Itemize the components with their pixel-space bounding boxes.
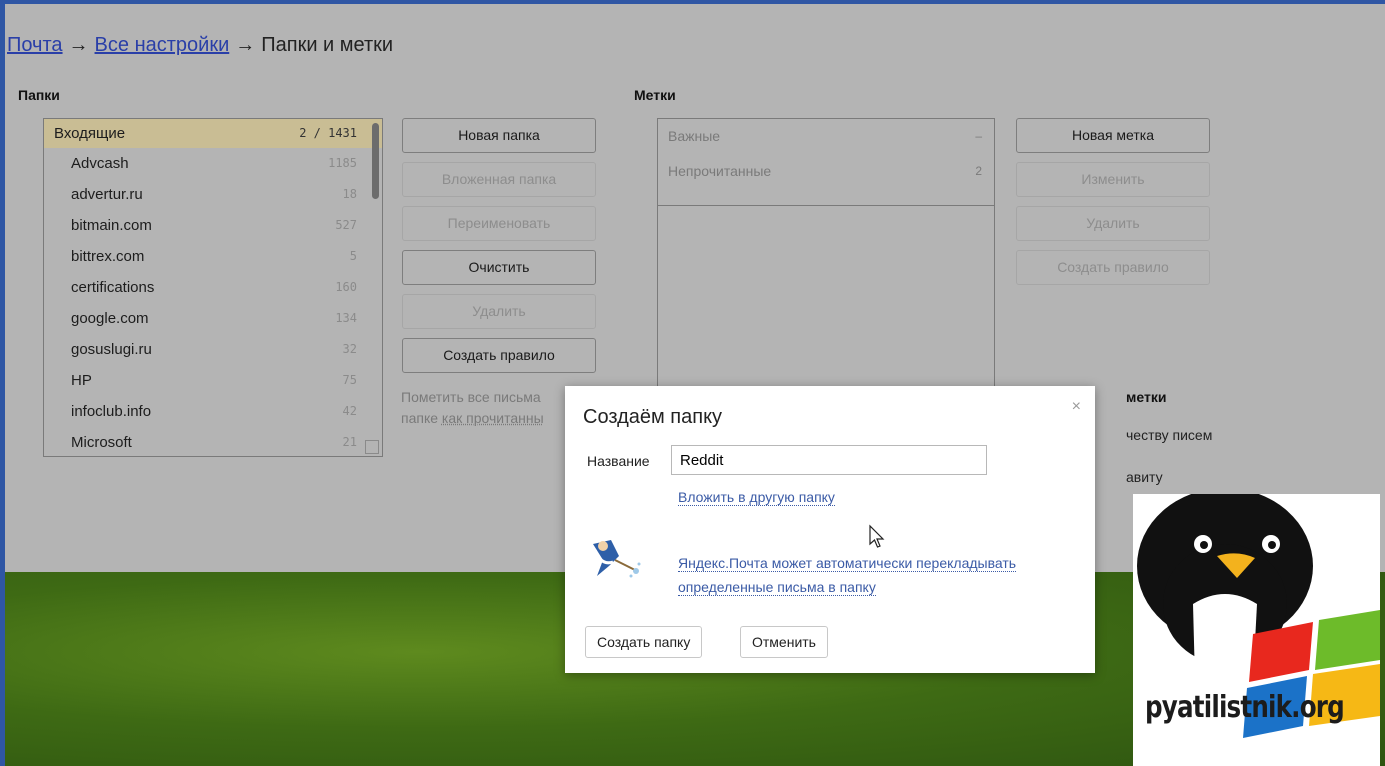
folder-list[interactable]: Входящие 2 / 1431 Advcash 1185 advertur.ru… xyxy=(43,118,383,457)
rename-folder-button[interactable]: Переименовать xyxy=(402,206,596,241)
mark-read-link[interactable]: как прочитанны xyxy=(442,410,544,426)
label-item[interactable]: Важные – xyxy=(658,119,994,154)
folder-name-input[interactable] xyxy=(671,445,987,475)
system-labels: Важные – Непрочитанные 2 xyxy=(658,119,994,206)
breadcrumb-settings-link[interactable]: Все настройки xyxy=(95,34,230,56)
subfolder-button[interactable]: Вложенная папка xyxy=(402,162,596,197)
resize-grip-icon[interactable] xyxy=(365,440,379,454)
folder-name: bitmain.com xyxy=(71,217,152,234)
folder-name: certifications xyxy=(71,279,155,296)
folder-name: google.com xyxy=(71,310,149,327)
label-count: – xyxy=(975,129,982,143)
sort-alphabetical-option[interactable]: авиту xyxy=(1126,469,1163,485)
folder-count: 32 xyxy=(342,342,357,356)
breadcrumb-mail-link[interactable]: Почта xyxy=(7,34,63,56)
folder-item[interactable]: advertur.ru 18 xyxy=(44,179,382,210)
wizard-icon xyxy=(593,540,641,578)
folder-name: advertur.ru xyxy=(71,186,143,203)
folder-item[interactable]: gosuslugi.ru 32 xyxy=(44,334,382,365)
breadcrumb: Почта → Все настройки → Папки и метки xyxy=(7,34,393,57)
folder-item[interactable]: certifications 160 xyxy=(44,272,382,303)
penguin-windows-icon xyxy=(1137,494,1380,738)
dialog-title: Создаём папку xyxy=(583,406,723,428)
cancel-button[interactable]: Отменить xyxy=(740,626,828,658)
mark-all-read-note: Пометить все письма папке как прочитанны xyxy=(401,387,571,429)
mark-read-prefix: папке xyxy=(401,410,442,426)
folder-item[interactable]: HP 75 xyxy=(44,365,382,396)
create-folder-button[interactable]: Создать папку xyxy=(585,626,703,658)
breadcrumb-arrow: → xyxy=(68,34,89,56)
delete-label-button[interactable]: Удалить xyxy=(1016,206,1210,241)
folder-name: gosuslugi.ru xyxy=(71,341,152,358)
folders-title: Папки xyxy=(18,87,60,103)
nest-folder-link[interactable]: Вложить в другую папку xyxy=(678,489,835,506)
labels-title: Метки xyxy=(634,87,676,103)
folder-list-scrollbar[interactable] xyxy=(372,123,379,199)
breadcrumb-arrow: → xyxy=(235,34,256,56)
mark-read-text: Пометить все письма xyxy=(401,389,541,405)
folder-name: bittrex.com xyxy=(71,248,145,265)
folder-count: 21 xyxy=(342,435,357,449)
folder-count: 75 xyxy=(342,373,357,387)
folder-count: 42 xyxy=(342,404,357,418)
folder-count: 18 xyxy=(342,187,357,201)
label-name: Непрочитанные xyxy=(668,163,772,179)
labels-list[interactable]: Важные – Непрочитанные 2 xyxy=(657,118,995,410)
clear-folder-button[interactable]: Очистить xyxy=(402,250,596,285)
folder-count: 134 xyxy=(335,311,357,325)
folder-item[interactable]: bittrex.com 5 xyxy=(44,241,382,272)
folder-count: 527 xyxy=(335,218,357,232)
folder-name: HP xyxy=(71,372,92,389)
folder-item[interactable]: google.com 134 xyxy=(44,303,382,334)
create-label-rule-button[interactable]: Создать правило xyxy=(1016,250,1210,285)
folder-count: 2 / 1431 xyxy=(299,126,357,140)
delete-folder-button[interactable]: Удалить xyxy=(402,294,596,329)
auto-sort-promo[interactable]: Яндекс.Почта может автоматически перекла… xyxy=(678,551,1088,599)
watermark-text: pyatilistnik.org xyxy=(1145,690,1345,725)
folder-count: 1185 xyxy=(328,156,357,170)
folder-count: 160 xyxy=(335,280,357,294)
folder-name: Microsoft xyxy=(71,434,132,451)
folder-item[interactable]: bitmain.com 527 xyxy=(44,210,382,241)
label-sort-title: метки xyxy=(1126,389,1167,405)
mouse-cursor-icon xyxy=(869,524,885,548)
folder-name: Advcash xyxy=(71,155,129,172)
label-count: 2 xyxy=(975,164,982,178)
create-rule-button[interactable]: Создать правило xyxy=(402,338,596,373)
folder-item[interactable]: Microsoft 21 xyxy=(44,427,382,456)
promo-line-2[interactable]: определенные письма в папку xyxy=(678,579,876,596)
folder-item[interactable]: Advcash 1185 xyxy=(44,148,382,179)
new-label-button[interactable]: Новая метка xyxy=(1016,118,1210,153)
edit-label-button[interactable]: Изменить xyxy=(1016,162,1210,197)
close-icon[interactable]: × xyxy=(1072,398,1081,416)
folder-item[interactable]: Входящие 2 / 1431 xyxy=(44,119,382,148)
create-folder-dialog: Создаём папку × Название Вложить в другу… xyxy=(565,386,1095,673)
folder-name: Входящие xyxy=(54,125,126,142)
folder-name: infoclub.info xyxy=(71,403,152,420)
breadcrumb-current: Папки и метки xyxy=(261,34,394,56)
promo-line-1[interactable]: Яндекс.Почта может автоматически перекла… xyxy=(678,555,1017,572)
folder-item[interactable]: infoclub.info 42 xyxy=(44,396,382,427)
new-folder-button[interactable]: Новая папка xyxy=(402,118,596,153)
label-item[interactable]: Непрочитанные 2 xyxy=(658,154,994,189)
site-logo: pyatilistnik.org xyxy=(1133,494,1380,766)
folder-name-label: Название xyxy=(587,453,650,469)
folder-count: 5 xyxy=(349,249,357,263)
sort-by-count-option[interactable]: честву писем xyxy=(1126,427,1212,443)
label-name: Важные xyxy=(668,128,721,144)
